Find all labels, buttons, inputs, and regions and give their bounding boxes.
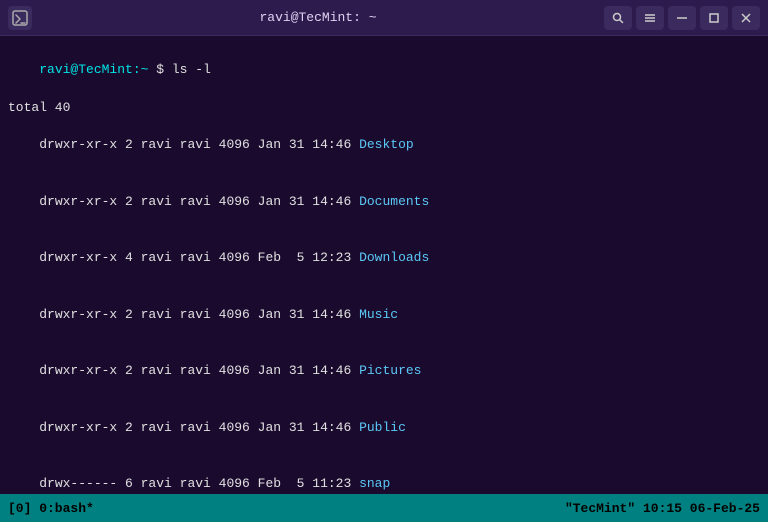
search-button[interactable] [604, 6, 632, 30]
ls-entry-5: drwxr-xr-x 2 ravi ravi 4096 Jan 31 14:46… [8, 344, 760, 401]
terminal-area: ravi@TecMint:~ $ ls -l total 40 drwxr-xr… [0, 36, 768, 494]
ls-total: total 40 [8, 99, 760, 118]
ls-entry-6: drwxr-xr-x 2 ravi ravi 4096 Jan 31 14:46… [8, 400, 760, 457]
statusbar-right: "TecMint" 10:15 06-Feb-25 [565, 501, 760, 516]
window-controls [604, 6, 760, 30]
maximize-button[interactable] [700, 6, 728, 30]
prompt-user-1: ravi@TecMint [39, 62, 133, 77]
terminal-icon [8, 6, 32, 30]
statusbar: [0] 0:bash* "TecMint" 10:15 06-Feb-25 [0, 494, 768, 522]
titlebar: ravi@TecMint: ~ [0, 0, 768, 36]
command-1: $ ls -l [156, 62, 211, 77]
ls-entry-4: drwxr-xr-x 2 ravi ravi 4096 Jan 31 14:46… [8, 287, 760, 344]
prompt-path-1: :~ [133, 62, 149, 77]
ls-entry-2: drwxr-xr-x 2 ravi ravi 4096 Jan 31 14:46… [8, 174, 760, 231]
ls-entry-3: drwxr-xr-x 4 ravi ravi 4096 Feb 5 12:23 … [8, 230, 760, 287]
minimize-button[interactable] [668, 6, 696, 30]
menu-button[interactable] [636, 6, 664, 30]
window-title: ravi@TecMint: ~ [32, 10, 604, 25]
ls-entry-1: drwxr-xr-x 2 ravi ravi 4096 Jan 31 14:46… [8, 117, 760, 174]
close-button[interactable] [732, 6, 760, 30]
statusbar-left: [0] 0:bash* [8, 501, 94, 516]
ls-entry-7: drwx------ 6 ravi ravi 4096 Feb 5 11:23 … [8, 457, 760, 494]
prompt-line-1: ravi@TecMint:~ $ ls -l [8, 42, 760, 99]
